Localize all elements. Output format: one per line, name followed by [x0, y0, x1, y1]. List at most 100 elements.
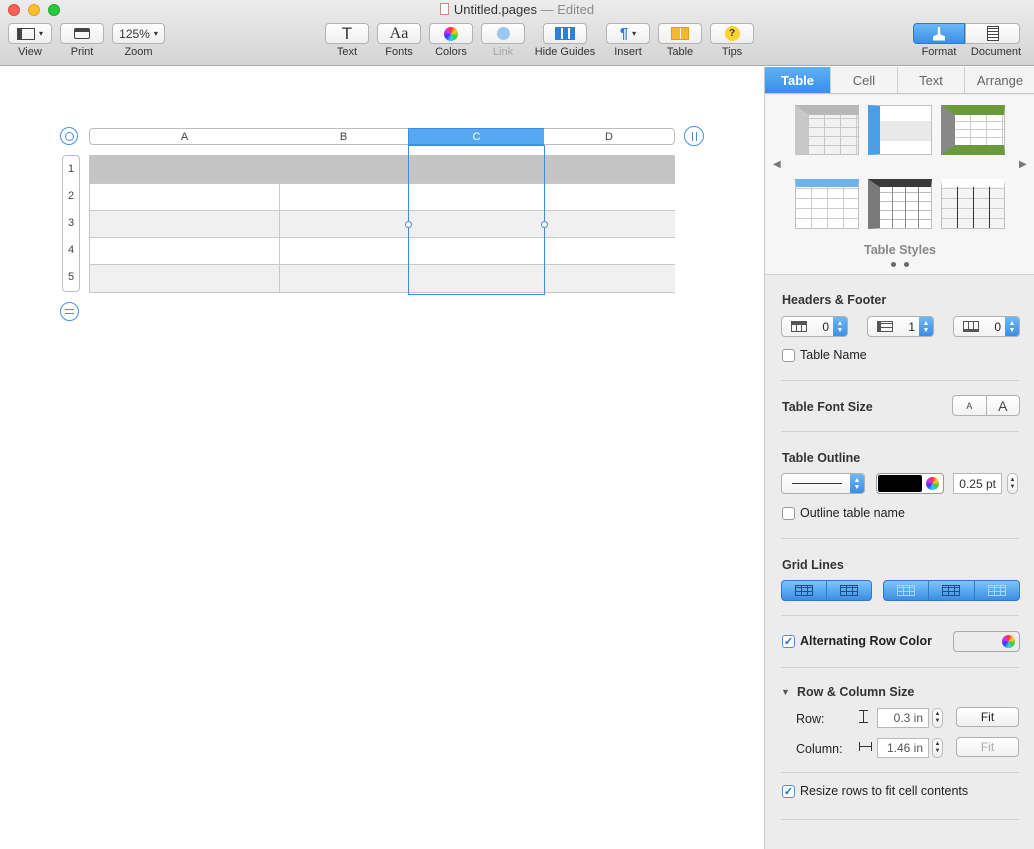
fonts-icon: Aa — [389, 24, 409, 42]
sidebar-view-icon — [16, 27, 35, 40]
header-columns-icon — [877, 321, 893, 332]
vertical-grid-icon — [840, 585, 858, 596]
outline-width-stepper[interactable]: ▲ ▼ — [1007, 473, 1018, 494]
text-button[interactable]: T — [325, 23, 369, 44]
column-width-stepper[interactable]: ▲ ▼ — [932, 738, 943, 758]
footer-rows-stepper[interactable]: 0 ▲ ▼ — [953, 316, 1020, 337]
column-fit-button[interactable]: Fit — [956, 737, 1019, 757]
row-header-4[interactable]: 4 — [62, 236, 80, 264]
table-cell[interactable] — [280, 265, 409, 293]
alternating-color-well[interactable] — [953, 631, 1020, 652]
table-cell[interactable] — [90, 238, 280, 265]
fonts-button[interactable]: Aa — [377, 23, 421, 44]
row-header-2[interactable]: 2 — [62, 182, 80, 210]
document-status: Edited — [557, 2, 595, 17]
row-height-stepper[interactable]: ▲ ▼ — [932, 708, 943, 728]
table-style-6[interactable] — [941, 179, 1005, 229]
column-header-b[interactable]: B — [279, 128, 409, 145]
tab-text[interactable]: Text — [898, 67, 965, 94]
increase-font-size-button[interactable]: A — [987, 396, 1020, 415]
row-height-input[interactable]: 0.3 in — [877, 708, 929, 728]
header-column-lines-button[interactable] — [929, 581, 975, 600]
stepper-arrows-icon[interactable]: ▲ ▼ — [919, 317, 933, 336]
document-button[interactable] — [965, 23, 1020, 44]
disclosure-triangle-icon[interactable]: ▼ — [781, 687, 790, 697]
tips-button[interactable]: ? — [710, 23, 754, 44]
tab-cell[interactable]: Cell — [831, 67, 898, 94]
fit-label: Fit — [980, 710, 995, 724]
row-column-size-title: Row & Column Size — [797, 685, 915, 699]
resize-rows-checkbox[interactable]: ✓ — [782, 785, 795, 798]
zoom-select[interactable]: 125% ▾ — [112, 23, 165, 44]
row-header-5[interactable]: 5 — [62, 263, 80, 292]
header-row[interactable] — [90, 156, 675, 184]
table-cell[interactable] — [545, 184, 675, 211]
header-rows-stepper[interactable]: 0 ▲ ▼ — [781, 316, 848, 337]
checkmark-icon: ✓ — [783, 636, 794, 648]
row-header-1[interactable]: 1 — [62, 155, 80, 183]
grid-lines-body-group — [781, 580, 872, 601]
chevron-left-icon[interactable]: ◀ — [773, 159, 781, 170]
table-name-checkbox[interactable] — [782, 349, 795, 362]
row-resize-icon — [65, 309, 74, 314]
page-indicator[interactable] — [891, 262, 909, 267]
tips-label: Tips — [721, 46, 743, 58]
column-header-d[interactable]: D — [544, 128, 675, 145]
add-row-handle[interactable] — [60, 302, 79, 321]
header-row-lines-button[interactable] — [884, 581, 930, 600]
table-cell[interactable] — [90, 211, 280, 238]
selection-resize-handle-left[interactable] — [405, 221, 412, 228]
outline-color-well[interactable] — [876, 473, 944, 494]
stepper-arrows-icon[interactable]: ▲ ▼ — [1005, 317, 1019, 336]
color-wheel-icon[interactable] — [926, 477, 939, 490]
print-button[interactable] — [60, 23, 104, 44]
insert-button[interactable]: ¶ ▾ — [606, 23, 650, 44]
table-cell[interactable] — [280, 211, 409, 238]
stepper-arrows-icon[interactable]: ▲ ▼ — [833, 317, 847, 336]
link-button[interactable] — [481, 23, 525, 44]
outline-width-input[interactable]: 0.25 pt — [953, 473, 1002, 494]
table-cell[interactable] — [545, 211, 675, 238]
tab-arrange[interactable]: Arrange — [965, 67, 1034, 94]
title-separator: — — [540, 2, 554, 17]
horizontal-lines-button[interactable] — [782, 581, 827, 600]
tab-table[interactable]: Table — [765, 67, 831, 94]
table-select-handle[interactable] — [60, 127, 78, 145]
vertical-lines-button[interactable] — [827, 581, 871, 600]
chevron-right-icon[interactable]: ▶ — [1019, 159, 1027, 170]
table-style-2[interactable] — [868, 105, 932, 155]
selection-resize-handle-right[interactable] — [541, 221, 548, 228]
table-cell[interactable] — [545, 238, 675, 265]
outline-style-select[interactable]: ▲ ▼ — [781, 473, 865, 494]
decrease-font-size-button[interactable]: A — [953, 396, 987, 415]
color-wheel-icon[interactable] — [1002, 635, 1015, 648]
table-style-5[interactable] — [868, 179, 932, 229]
column-header-a[interactable]: A — [89, 128, 280, 145]
header-rows-value: 0 — [822, 320, 829, 334]
table-cell[interactable] — [90, 184, 280, 211]
table-button[interactable] — [658, 23, 702, 44]
format-button[interactable] — [913, 23, 965, 44]
footer-lines-button[interactable] — [975, 581, 1019, 600]
table-style-4[interactable] — [795, 179, 859, 229]
row-fit-button[interactable]: Fit — [956, 707, 1019, 727]
hide-guides-button[interactable] — [543, 23, 587, 44]
add-column-handle[interactable] — [684, 126, 704, 146]
header-columns-stepper[interactable]: 1 ▲ ▼ — [867, 316, 934, 337]
table-cell[interactable] — [545, 265, 675, 293]
colors-button[interactable] — [429, 23, 473, 44]
table-style-1[interactable] — [795, 105, 859, 155]
column-width-input[interactable]: 1.46 in — [877, 738, 929, 758]
view-button[interactable]: ▾ — [8, 23, 52, 44]
tab-label: Arrange — [976, 72, 1024, 88]
table-style-3[interactable] — [941, 105, 1005, 155]
table-cell[interactable] — [280, 184, 409, 211]
table-cell[interactable] — [90, 265, 280, 293]
footer-rows-value: 0 — [994, 320, 1001, 334]
outline-table-name-checkbox[interactable] — [782, 507, 795, 520]
alternating-row-checkbox[interactable]: ✓ — [782, 635, 795, 648]
table-cell[interactable] — [280, 238, 409, 265]
row-header-3[interactable]: 3 — [62, 209, 80, 237]
format-label: Format — [921, 46, 957, 58]
column-header-c[interactable]: C — [408, 128, 545, 145]
